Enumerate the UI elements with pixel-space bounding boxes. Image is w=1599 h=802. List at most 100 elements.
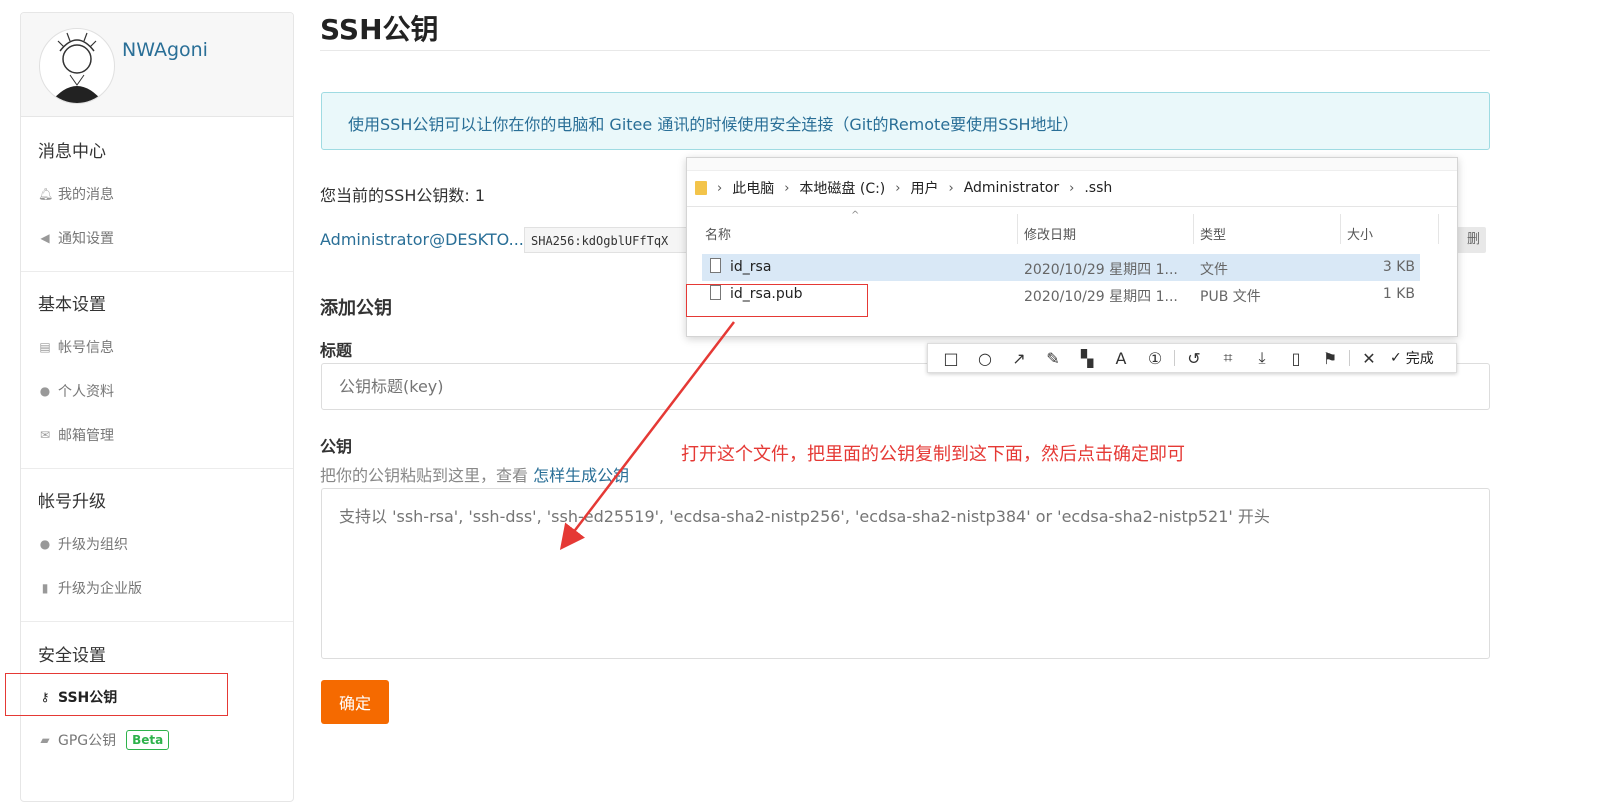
folder-icon (695, 181, 707, 195)
key-count: 您当前的SSH公钥数: 1 (320, 186, 486, 205)
pubkey-label: 公钥 (320, 437, 353, 456)
submit-button[interactable]: 确定 (321, 680, 389, 724)
divider (21, 468, 293, 469)
toolbar-separator (1349, 350, 1350, 366)
file-type: PUB 文件 (1200, 289, 1261, 305)
chevron-right-icon: › (784, 180, 790, 196)
section-security-settings: 安全设置 (38, 646, 106, 666)
user-icon: ● (39, 384, 51, 398)
download-icon[interactable]: ⤓ (1245, 348, 1279, 368)
mosaic-icon[interactable]: ▚ (1070, 349, 1104, 368)
speaker-icon: ◀︎ (40, 231, 50, 245)
screenshot-toolbar: □ ○ ↗ ✎ ▚ A ① ↺ ⌗ ⤓ ▯ ⚑ ✕ ✓ 完成 (927, 343, 1457, 373)
check-icon: ✓ (1390, 350, 1402, 366)
sidebar-item-my-messages[interactable]: 🔔︎ 我的消息 (38, 184, 114, 204)
file-icon (710, 258, 721, 273)
file-type: 文件 (1200, 262, 1228, 278)
done-button[interactable]: ✓ 完成 (1390, 348, 1434, 368)
highlight-pub-file (686, 284, 868, 317)
how-to-generate-link[interactable]: 怎样生成公钥 (533, 466, 629, 485)
sidebar-item-label: 帐号信息 (58, 340, 114, 356)
column-divider (1017, 214, 1018, 244)
hint-text: 把你的公钥粘贴到这里，查看 (320, 466, 534, 485)
done-label: 完成 (1405, 351, 1434, 367)
undo-icon[interactable]: ↺ (1177, 349, 1211, 368)
annotation-text: 打开这个文件，把里面的公钥复制到这下面，然后点击确定即可 (681, 444, 1185, 465)
pubkey-hint: 把你的公钥粘贴到这里，查看 怎样生成公钥 (320, 462, 629, 486)
column-header-type[interactable]: 类型 (1200, 224, 1226, 243)
column-header-date[interactable]: 修改日期 (1024, 224, 1076, 243)
key-fingerprint: SHA256:kdOgblUFfTqX (524, 227, 694, 253)
add-key-heading: 添加公钥 (320, 298, 392, 319)
delete-key-button[interactable]: 删除 (1456, 227, 1486, 253)
title-divider (320, 50, 1490, 51)
beta-badge: Beta (126, 730, 170, 750)
ellipse-icon[interactable]: ○ (968, 349, 1002, 368)
chevron-right-icon: › (717, 180, 723, 196)
breadcrumb-item[interactable]: 本地磁盘 (C:) (799, 178, 885, 198)
pin-icon[interactable]: ▯ (1279, 349, 1313, 368)
sidebar-item-label: 升级为组织 (58, 537, 128, 553)
lock-icon: ▰ (40, 733, 50, 747)
column-divider (1340, 214, 1341, 244)
column-header-size[interactable]: 大小 (1347, 224, 1373, 243)
bell-icon: 🔔︎ (38, 187, 54, 201)
sidebar-item-label: 个人资料 (58, 384, 114, 400)
title-label: 标题 (320, 341, 353, 360)
file-date: 2020/10/29 星期四 1... (1024, 262, 1178, 278)
sidebar-item-profile[interactable]: ● 个人资料 (38, 381, 114, 401)
chevron-right-icon: › (1069, 180, 1075, 196)
section-basic-settings: 基本设置 (38, 295, 106, 315)
info-text: 使用SSH公钥可以让你在你的电脑和 Gitee 通讯的时候使用安全连接（Git的… (348, 115, 1079, 134)
avatar[interactable] (39, 28, 115, 104)
rectangle-icon[interactable]: □ (934, 349, 968, 368)
column-divider (1193, 214, 1194, 244)
ocr-icon[interactable]: ⌗ (1211, 348, 1245, 368)
sidebar-item-email[interactable]: ✉ 邮箱管理 (38, 425, 114, 445)
breadcrumb-item[interactable]: Administrator (964, 180, 1059, 196)
key-name-link[interactable]: Administrator@DESKTO... (320, 230, 524, 249)
number-icon[interactable]: ① (1138, 349, 1172, 368)
pen-icon[interactable]: ✎ (1036, 349, 1070, 368)
column-divider (1438, 214, 1439, 244)
sidebar-item-notification-settings[interactable]: ◀︎ 通知设置 (38, 228, 114, 248)
sidebar-item-account-info[interactable]: ▤ 帐号信息 (38, 337, 114, 357)
username[interactable]: NWAgoni (122, 39, 208, 61)
sidebar-item-label: GPG公钥 (58, 733, 117, 749)
sidebar-item-label: 邮箱管理 (58, 428, 114, 444)
breadcrumb: › 此电脑 › 本地磁盘 (C:) › 用户 › Administrator ›… (687, 170, 1457, 207)
sort-up-icon: ^ (851, 210, 860, 221)
section-account-upgrade: 帐号升级 (38, 492, 106, 512)
chevron-right-icon: › (948, 180, 954, 196)
breadcrumb-item[interactable]: 此电脑 (732, 178, 774, 198)
breadcrumb-item[interactable]: .ssh (1084, 180, 1112, 196)
sidebar-item-upgrade-enterprise[interactable]: ▮ 升级为企业版 (38, 578, 142, 598)
arrow-icon[interactable]: ↗ (1002, 349, 1036, 368)
file-size: 3 KB (1382, 259, 1415, 275)
sidebar-item-gpg-keys[interactable]: ▰ GPG公钥 Beta (38, 730, 170, 750)
bookmark-icon[interactable]: ⚑ (1313, 349, 1347, 368)
text-icon[interactable]: A (1104, 349, 1138, 368)
info-banner: 使用SSH公钥可以让你在你的电脑和 Gitee 通讯的时候使用安全连接（Git的… (321, 92, 1490, 150)
profile-card: NWAgoni (21, 13, 293, 117)
sidebar-item-upgrade-org[interactable]: ● 升级为组织 (38, 534, 128, 554)
building-icon: ▮ (41, 581, 49, 595)
breadcrumb-item[interactable]: 用户 (910, 178, 938, 198)
file-row-id-rsa[interactable]: id_rsa 2020/10/29 星期四 1... 文件 3 KB (702, 254, 1420, 281)
divider (21, 271, 293, 272)
toolbar-separator (1174, 350, 1175, 366)
sidebar-item-label: 我的消息 (58, 187, 114, 203)
file-size: 1 KB (1382, 286, 1415, 302)
divider (21, 621, 293, 622)
close-icon[interactable]: ✕ (1352, 349, 1386, 368)
section-message-center: 消息中心 (38, 142, 106, 162)
page-title: SSH公钥 (320, 13, 439, 46)
column-header-name[interactable]: 名称 (705, 224, 731, 243)
chevron-right-icon: › (895, 180, 901, 196)
envelope-icon: ✉ (39, 428, 51, 442)
id-card-icon: ▤ (39, 340, 51, 354)
pubkey-textarea[interactable] (321, 488, 1490, 659)
sidebar-item-label: 升级为企业版 (58, 581, 142, 597)
file-name: id_rsa (730, 259, 772, 275)
sidebar-item-label: 通知设置 (58, 231, 114, 247)
